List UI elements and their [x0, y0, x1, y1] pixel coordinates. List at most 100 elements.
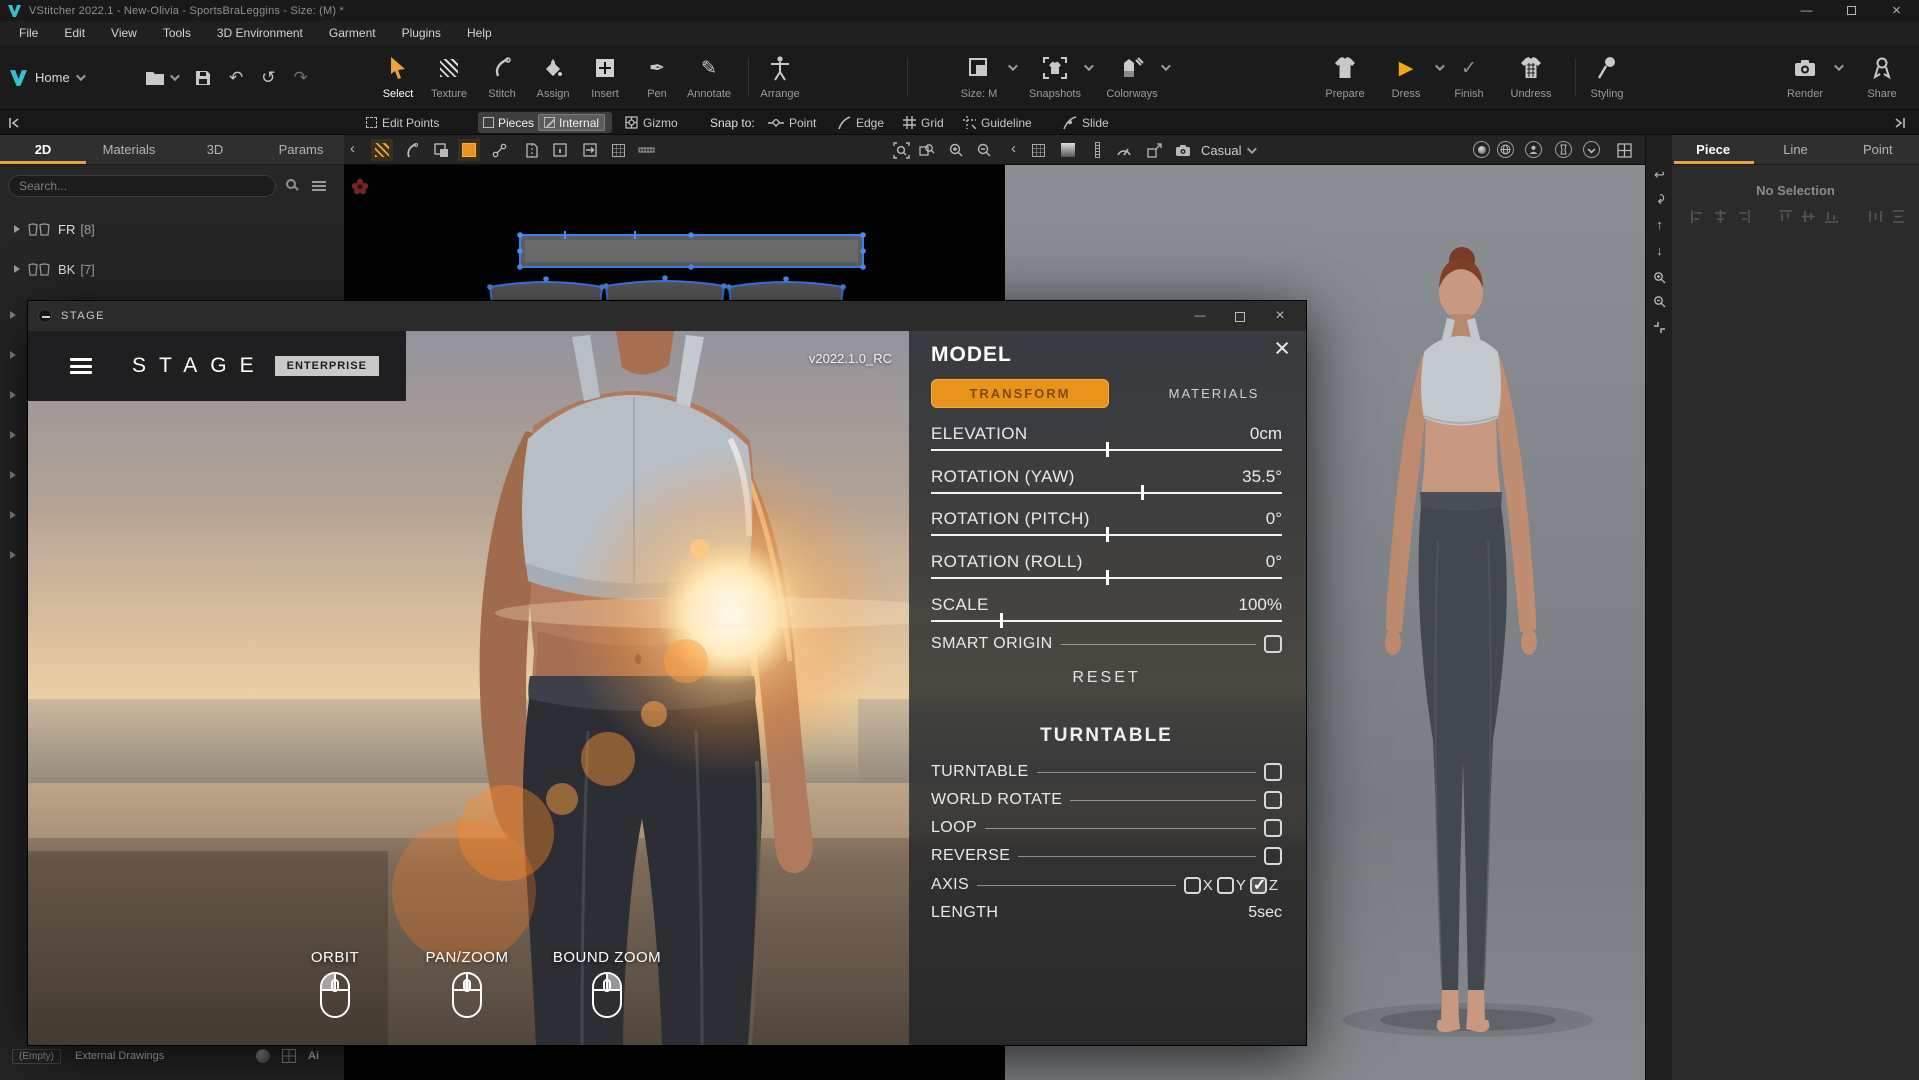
tension-map-toggle[interactable] [1113, 139, 1135, 161]
collapse-3d-toolbar[interactable]: ‹ [1011, 140, 1016, 157]
model-close-icon[interactable]: × [1274, 333, 1290, 364]
pieces-toggle[interactable]: Pieces [483, 116, 534, 130]
expander-icon[interactable] [10, 351, 16, 359]
tab-params[interactable]: Params [258, 142, 344, 157]
elevation-slider[interactable] [931, 449, 1282, 451]
ruler-3d-toggle[interactable] [1086, 139, 1108, 161]
tool-prepare[interactable]: Prepare [1313, 52, 1377, 100]
expander-icon[interactable] [10, 391, 16, 399]
menu-tools[interactable]: Tools [150, 26, 204, 40]
fill-view-toggle[interactable] [458, 139, 480, 161]
distribute-v-button[interactable] [1891, 209, 1906, 224]
zoom-out-icon[interactable] [1646, 295, 1673, 308]
empty-selector[interactable]: (Empty) [12, 1049, 61, 1064]
zoom-out-button[interactable] [973, 139, 995, 161]
home-menu[interactable]: Home [10, 45, 83, 110]
mannequin-icon[interactable] [1555, 141, 1572, 158]
tree-item-bk[interactable]: BK [7] [0, 255, 344, 283]
expander-icon[interactable] [10, 471, 16, 479]
pieces-view-toggle[interactable] [430, 139, 452, 161]
align-top-button[interactable] [1778, 209, 1793, 224]
tool-finish[interactable]: ✓ Finish [1437, 52, 1501, 100]
undo-button[interactable]: ↶ [229, 68, 243, 88]
distribute-h-button[interactable] [1868, 209, 1883, 224]
grid-2d-toggle[interactable] [607, 139, 629, 161]
camera-preset-dropdown[interactable]: Casual [1201, 135, 1254, 165]
fold-view-toggle[interactable] [521, 139, 543, 161]
collapse-toolbar-button[interactable] [8, 110, 20, 135]
menu-3d-environment[interactable]: 3D Environment [204, 26, 316, 40]
axis-x-option[interactable]: X [1184, 877, 1217, 894]
redo-button[interactable]: ↷ [294, 68, 308, 88]
stage-window[interactable]: STAGE — × [27, 300, 1307, 1046]
camera-snapshot-button[interactable] [1172, 139, 1194, 161]
axis-y-option[interactable]: Y [1217, 877, 1250, 894]
tab-2d[interactable]: 2D [0, 142, 86, 157]
axis-y-checkbox[interactable] [1217, 877, 1234, 894]
search-input[interactable] [8, 175, 276, 197]
list-menu-icon[interactable] [312, 181, 326, 191]
tool-size[interactable]: Size: M [947, 52, 1011, 100]
collapse-2d-toolbar[interactable]: ‹ [350, 140, 355, 157]
background-toggle[interactable] [1057, 139, 1079, 161]
menu-view[interactable]: View [98, 26, 150, 40]
arrow-down-icon[interactable]: ↓ [1646, 243, 1673, 258]
avatar-select-dropdown[interactable] [1583, 141, 1600, 158]
axis-x-checkbox[interactable] [1184, 877, 1201, 894]
tab-materials[interactable]: Materials [86, 142, 172, 157]
hamburger-menu-icon[interactable] [70, 358, 92, 374]
tool-colorways[interactable]: Colorways [1100, 52, 1164, 100]
arrow-up-icon[interactable]: ↑ [1646, 217, 1673, 232]
tab-materials[interactable]: MATERIALS [1139, 379, 1289, 408]
rotation-yaw-slider[interactable] [931, 492, 1282, 494]
tab-point[interactable]: Point [1837, 142, 1919, 157]
scale-slider[interactable] [931, 620, 1282, 622]
quad-view-toggle[interactable] [1613, 139, 1635, 161]
smart-origin-checkbox[interactable] [1264, 635, 1282, 653]
avatar-head-icon[interactable] [1525, 141, 1542, 158]
menu-file[interactable]: File [6, 26, 51, 40]
axis-z-checkbox[interactable] [1250, 877, 1267, 894]
tool-undress[interactable]: Undress [1499, 52, 1563, 100]
world-rotate-checkbox[interactable] [1264, 791, 1282, 809]
expander-icon[interactable] [10, 311, 16, 319]
expander-icon[interactable] [14, 225, 20, 233]
ruler-2d-toggle[interactable] [635, 139, 657, 161]
reverse-checkbox[interactable] [1264, 847, 1282, 865]
stage-viewport[interactable]: STAGE ENTERPRISE v2022.1.0_RC ORBIT PAN/… [28, 331, 1306, 1045]
tool-arrange[interactable]: Arrange [748, 52, 812, 100]
maximize-button[interactable] [1829, 0, 1874, 21]
internal-toggle[interactable]: Internal [538, 114, 605, 131]
tab-3d[interactable]: 3D [172, 142, 258, 157]
snap-edge-toggle[interactable]: Edge [838, 110, 884, 135]
align-right-button[interactable] [1736, 209, 1751, 224]
ai-badge[interactable]: Ai [308, 1050, 319, 1062]
material-sphere-icon[interactable] [256, 1049, 270, 1063]
search-icon[interactable] [286, 179, 296, 189]
stage-maximize-button[interactable] [1220, 309, 1260, 324]
tool-render[interactable]: Render [1773, 52, 1837, 100]
expander-icon[interactable] [14, 265, 20, 273]
stage-titlebar[interactable]: STAGE — × [28, 301, 1306, 331]
expander-icon[interactable] [10, 511, 16, 519]
texture-view-toggle[interactable] [371, 139, 393, 161]
open-folder-button[interactable] [145, 70, 177, 86]
stage-close-button[interactable]: × [1260, 307, 1300, 325]
expand-panel-button[interactable] [1894, 110, 1906, 135]
reset-button[interactable]: RESET [931, 669, 1282, 687]
mesh-icon[interactable] [282, 1049, 296, 1063]
menu-plugins[interactable]: Plugins [389, 26, 454, 40]
zoom-selection-button[interactable] [916, 139, 938, 161]
rotation-pitch-slider[interactable] [931, 534, 1282, 536]
resize-view-button[interactable] [1143, 139, 1165, 161]
info-toggle[interactable] [549, 139, 571, 161]
tab-piece[interactable]: Piece [1672, 142, 1754, 157]
tool-annotate[interactable]: ✎ Annotate [677, 52, 741, 100]
tool-dress[interactable]: ▶ Dress [1374, 52, 1438, 100]
zoom-in-icon[interactable] [1646, 271, 1673, 284]
expander-icon[interactable] [10, 551, 16, 559]
stitch-link-toggle[interactable] [488, 139, 510, 161]
axis-z-option[interactable]: Z [1250, 877, 1282, 894]
snap-grid-toggle[interactable]: Grid [903, 110, 944, 135]
rotation-roll-slider[interactable] [931, 577, 1282, 579]
